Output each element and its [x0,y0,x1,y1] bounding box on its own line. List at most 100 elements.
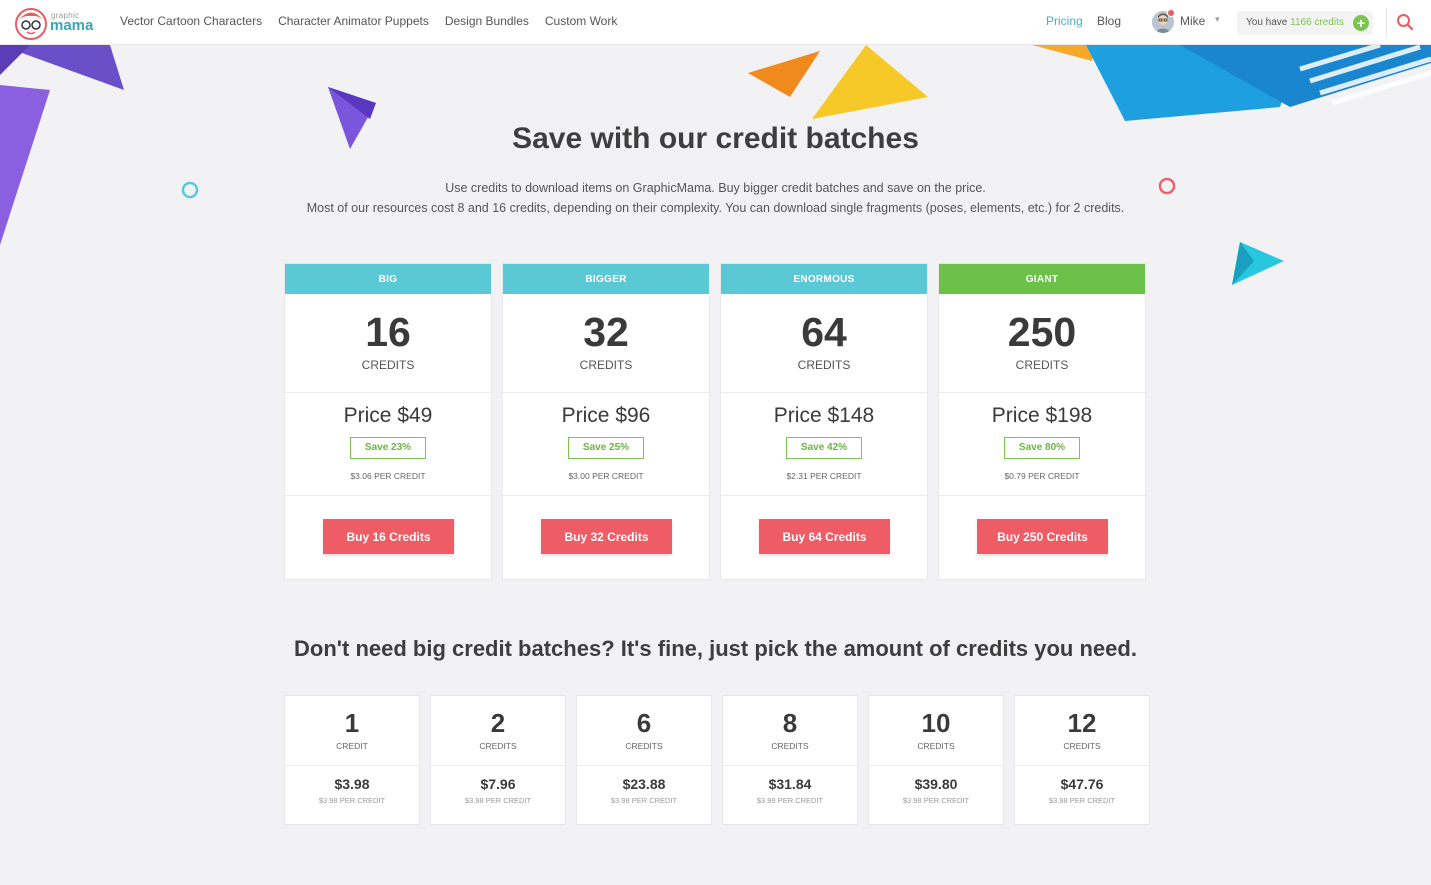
pricing-page: graphic mama Vector Cartoon Characters C… [0,0,1431,885]
pack-price-section: $31.84 $3.98 PER CREDIT [723,765,857,822]
batch-label: ENORMOUS [721,264,927,294]
batch-credits-unit: CREDITS [1015,358,1069,372]
pack-price-per-credit: $3.98 PER CREDIT [902,796,970,805]
batch-label: BIGGER [503,264,709,294]
pack-price-per-credit: $3.98 PER CREDIT [318,796,386,805]
pack-credits-amount: 6 [636,708,652,738]
pack-price: $23.88 [622,776,666,792]
batch-card-giant: GIANT 250 CREDITS Price $198 Save 80% $0… [938,263,1146,580]
pack-credits-unit: CREDITS [479,741,517,751]
pack-price-per-credit: $3.98 PER CREDIT [464,796,532,805]
batch-price: Price $198 [991,404,1093,427]
pack-price-per-credit: $3.98 PER CREDIT [610,796,678,805]
batch-price-section: Price $96 Save 25% $3.00 PER CREDIT [503,392,709,495]
save-badge: Save 42% [786,437,862,459]
pack-price-per-credit: $3.98 PER CREDIT [756,796,824,805]
top-navigation: graphic mama Vector Cartoon Characters C… [0,0,1431,45]
small-pack-1[interactable]: 1 CREDIT $3.98 $3.98 PER CREDIT [284,695,420,825]
logo-main-text: mama [50,17,94,34]
small-pack-2[interactable]: 2 CREDITS $7.96 $3.98 PER CREDIT [430,695,566,825]
small-pack-8[interactable]: 8 CREDITS $31.84 $3.98 PER CREDIT [722,695,858,825]
price-per-credit: $0.79 PER CREDIT [1004,471,1080,481]
pack-credits-unit: CREDITS [1063,741,1101,751]
save-badge: Save 80% [1004,437,1080,459]
batch-price: Price $49 [343,404,433,427]
price-per-credit: $3.00 PER CREDIT [568,471,644,481]
small-packs-title: Don't need big credit batches? It's fine… [294,636,1137,661]
main-nav: Vector Cartoon Characters Character Anim… [120,14,633,28]
pack-credits-unit: CREDITS [771,741,809,751]
pack-credits-unit: CREDITS [625,741,663,751]
nav-character-animator-puppets[interactable]: Character Animator Puppets [278,14,429,28]
pack-price-section: $7.96 $3.98 PER CREDIT [431,765,565,822]
pack-credits-amount: 12 [1067,708,1097,738]
batch-price-section: Price $49 Save 23% $3.06 PER CREDIT [285,392,491,495]
batch-credits-unit: CREDITS [361,358,415,372]
pack-credits-unit: CREDITS [917,741,955,751]
batch-card-big: BIG 16 CREDITS Price $49 Save 23% $3.06 … [284,263,492,580]
nav-pricing[interactable]: Pricing [1046,14,1083,28]
small-pack-10[interactable]: 10 CREDITS $39.80 $3.98 PER CREDIT [868,695,1004,825]
buy-16-credits-button[interactable]: Buy 16 Credits [323,519,454,554]
batch-credits-amount: 250 [1007,309,1077,355]
plus-icon[interactable]: + [1353,15,1369,31]
pack-price-section: $3.98 $3.98 PER CREDIT [285,765,419,822]
save-badge: Save 25% [568,437,644,459]
batch-credits-unit: CREDITS [797,358,851,372]
batch-price-section: Price $198 Save 80% $0.79 PER CREDIT [939,392,1145,495]
pack-price: $31.84 [768,776,812,792]
pack-price-section: $47.76 $3.98 PER CREDIT [1015,765,1149,822]
small-pack-12[interactable]: 12 CREDITS $47.76 $3.98 PER CREDIT [1014,695,1150,825]
credits-prefix: You have [1246,17,1291,28]
batch-credits-unit: CREDITS [579,358,633,372]
batch-price-section: Price $148 Save 42% $2.31 PER CREDIT [721,392,927,495]
pack-price: $39.80 [914,776,958,792]
pack-credits-amount: 1 [344,708,360,738]
price-per-credit: $3.06 PER CREDIT [350,471,426,481]
buy-32-credits-button[interactable]: Buy 32 Credits [541,519,672,554]
buy-64-credits-button[interactable]: Buy 64 Credits [759,519,890,554]
batch-price: Price $148 [773,404,875,427]
credits-balance: You have 1166 credits + [1237,11,1373,35]
notification-dot [1167,9,1175,17]
small-pack-6[interactable]: 6 CREDITS $23.88 $3.98 PER CREDIT [576,695,712,825]
credit-batch-cards: BIG 16 CREDITS Price $49 Save 23% $3.06 … [284,263,1146,580]
nav-custom-work[interactable]: Custom Work [545,14,617,28]
description-line-1: Use credits to download items on Graphic… [445,181,986,195]
price-per-credit: $2.31 PER CREDIT [786,471,862,481]
batch-action-section: Buy 250 Credits [939,495,1145,579]
pack-price: $7.96 [480,776,516,792]
batch-credits-amount: 64 [801,309,847,355]
description-line-2: Most of our resources cost 8 and 16 cred… [306,201,1125,215]
graphicmama-logo[interactable]: graphic mama [14,5,104,41]
buy-250-credits-button[interactable]: Buy 250 Credits [977,519,1108,554]
header-divider [1386,8,1387,38]
batch-action-section: Buy 64 Credits [721,495,927,579]
batch-action-section: Buy 16 Credits [285,495,491,579]
batch-credits-amount: 16 [365,309,411,355]
nav-blog[interactable]: Blog [1097,14,1121,28]
pack-credits-unit: CREDIT [336,741,368,751]
mama-face-logo-icon [15,8,47,40]
credits-balance-text: You have 1166 credits [1246,17,1344,28]
batch-price: Price $96 [561,404,651,427]
batch-action-section: Buy 32 Credits [503,495,709,579]
chevron-down-icon: ▾ [1215,14,1220,24]
pack-price-per-credit: $3.98 PER CREDIT [1048,796,1116,805]
batch-credits-amount: 32 [583,309,629,355]
save-badge: Save 23% [350,437,426,459]
search-icon[interactable] [1396,13,1414,31]
pack-price-section: $39.80 $3.98 PER CREDIT [869,765,1003,822]
batch-card-bigger: BIGGER 32 CREDITS Price $96 Save 25% $3.… [502,263,710,580]
pack-credits-amount: 10 [921,708,951,738]
batch-label: GIANT [939,264,1145,294]
decorative-shapes [0,45,1431,285]
pack-credits-amount: 8 [782,708,798,738]
nav-design-bundles[interactable]: Design Bundles [445,14,529,28]
user-name: Mike [1180,14,1206,28]
pack-credits-amount: 2 [490,708,506,738]
pack-price: $3.98 [334,776,370,792]
credits-value: 1166 credits [1290,17,1344,28]
page-description: Use credits to download items on Graphic… [0,178,1431,218]
nav-vector-cartoon-characters[interactable]: Vector Cartoon Characters [120,14,262,28]
